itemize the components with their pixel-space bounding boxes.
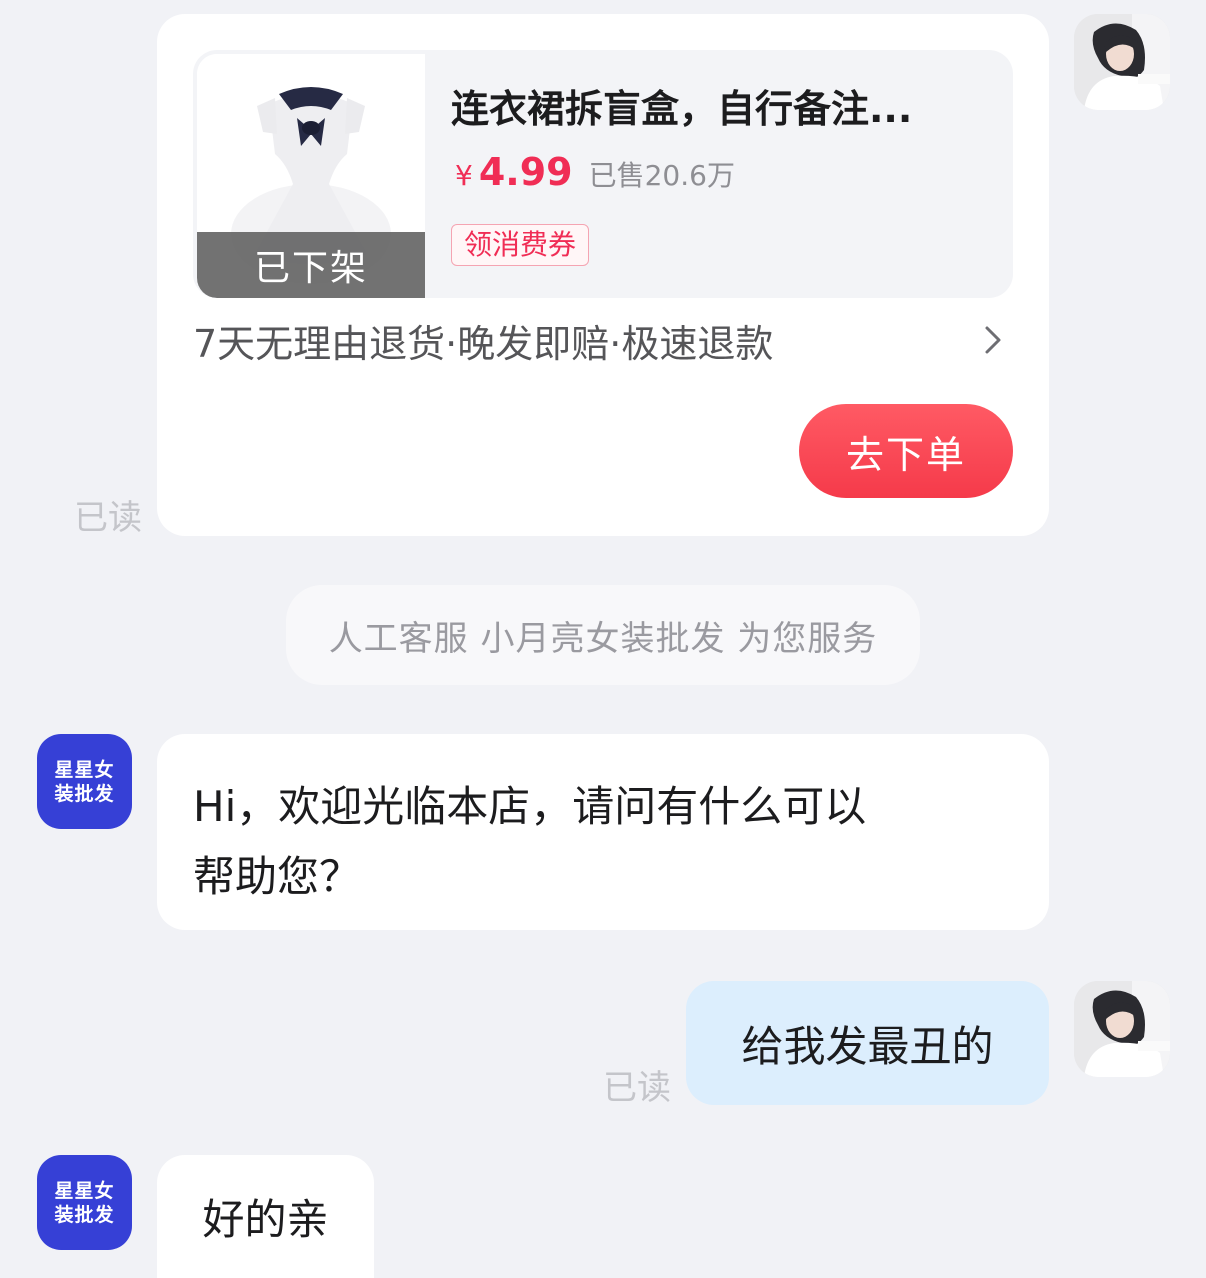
system-notice: 人工客服 小月亮女装批发 为您服务	[286, 585, 920, 685]
message-bubble[interactable]: 给我发最丑的	[686, 981, 1049, 1105]
message-text-line: Hi，欢迎光临本店，请问有什么可以	[193, 782, 867, 831]
product-title: 连衣裙拆盲盒，自行备注...	[451, 87, 913, 131]
price-row: ¥ 4.99 已售20.6万	[455, 150, 735, 194]
message-text: 给我发最丑的	[741, 1021, 994, 1071]
product-image[interactable]: 已下架	[197, 54, 425, 298]
shop-avatar[interactable]: 星星女 装批发	[37, 734, 132, 829]
coupon-badge[interactable]: 领消费券	[451, 224, 590, 266]
place-order-button[interactable]: 去下单	[799, 404, 1013, 498]
message-text: Hi，欢迎光临本店，请问有什么可以 帮助您？	[193, 772, 866, 912]
product-info[interactable]: 已下架 连衣裙拆盲盒，自行备注... ¥ 4.99 已售20.6万 领消费券	[193, 50, 1013, 298]
price-value: 4.99	[478, 150, 573, 194]
message-text-line: 帮助您？	[193, 852, 362, 901]
user-avatar-image	[1074, 14, 1170, 110]
shop-avatar-text-line1: 星星女	[54, 1179, 115, 1202]
shop-avatar[interactable]: 星星女 装批发	[37, 1155, 132, 1250]
message-text: 好的亲	[202, 1195, 329, 1244]
shop-avatar-text-line2: 装批发	[54, 782, 115, 805]
read-receipt: 已读	[74, 498, 142, 538]
user-avatar-image	[1074, 981, 1170, 1077]
shop-avatar-text-line2: 装批发	[54, 1203, 115, 1226]
product-card[interactable]: 已下架 连衣裙拆盲盒，自行备注... ¥ 4.99 已售20.6万 领消费券 7…	[157, 14, 1049, 536]
read-receipt: 已读	[603, 1068, 671, 1108]
service-guarantee-row[interactable]: 7天无理由退货·晚发即赔·极速退款	[193, 314, 1013, 366]
shop-avatar-text-line1: 星星女	[54, 758, 115, 781]
chevron-right-icon	[985, 326, 1001, 354]
delisted-overlay: 已下架	[197, 232, 425, 298]
user-avatar[interactable]	[1074, 981, 1170, 1077]
service-guarantee-text: 7天无理由退货·晚发即赔·极速退款	[193, 321, 774, 366]
message-bubble[interactable]: 好的亲	[157, 1155, 374, 1278]
sold-count: 已售20.6万	[588, 159, 735, 192]
user-avatar[interactable]	[1074, 14, 1170, 110]
price-currency: ¥	[455, 159, 473, 192]
message-bubble[interactable]: Hi，欢迎光临本店，请问有什么可以 帮助您？	[157, 734, 1049, 930]
